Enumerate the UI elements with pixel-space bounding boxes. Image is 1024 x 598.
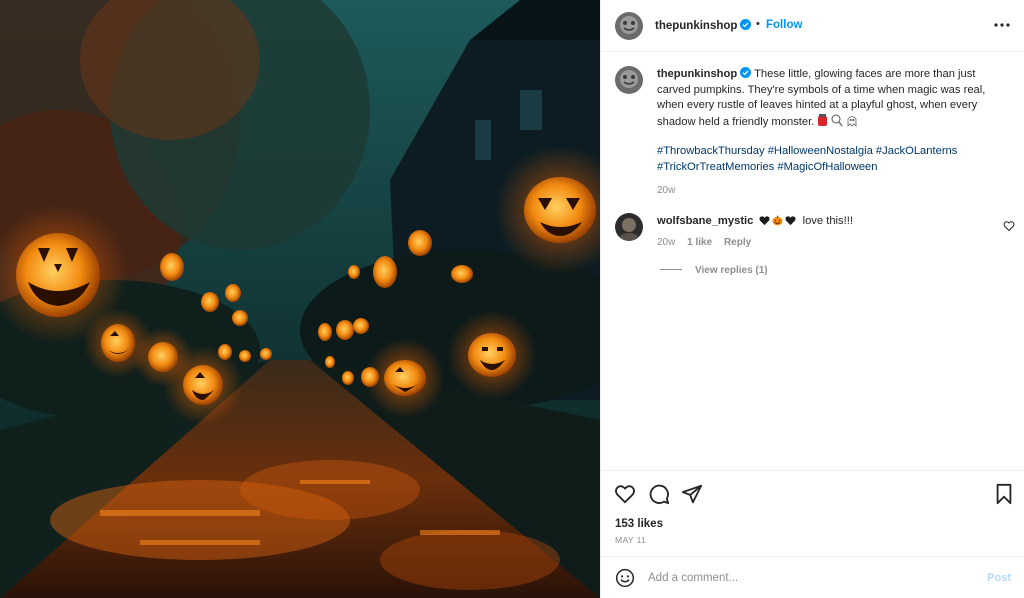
commenter-avatar[interactable] <box>615 213 643 241</box>
post-comment-button[interactable]: Post <box>987 572 1011 584</box>
hashtag-link[interactable]: #TrickOrTreatMemories <box>657 161 774 173</box>
black-heart-emoji <box>785 216 796 226</box>
post-date: MAY 11 <box>615 535 647 545</box>
jack-o-lantern-street-photo <box>0 0 600 598</box>
comment-input[interactable] <box>648 566 968 590</box>
comment-emojis <box>759 215 796 226</box>
comment-likes[interactable]: 1 like <box>687 237 712 248</box>
more-horizontal-icon[interactable] <box>993 16 1011 34</box>
share-icon[interactable] <box>681 483 703 505</box>
post-actions: 153 likes MAY 11 <box>601 470 1024 554</box>
instagram-post: thepunkinshop • Follow thepunkinshop The… <box>0 0 1024 598</box>
caption-username[interactable]: thepunkinshop <box>657 68 737 80</box>
jack-o-lantern-emoji <box>772 215 784 226</box>
ghost-emoji <box>848 115 857 127</box>
follow-button[interactable]: Follow <box>766 19 802 31</box>
caption-age[interactable]: 20w <box>657 183 1007 199</box>
likes-count[interactable]: 153 likes <box>615 518 663 530</box>
view-replies-text: View replies (1) <box>695 265 768 276</box>
reply-button[interactable]: Reply <box>724 237 751 248</box>
verified-badge-icon <box>740 67 752 78</box>
author-username-text: thepunkinshop <box>655 20 738 32</box>
commenter-username[interactable]: wolfsbane_mystic <box>657 215 753 227</box>
post-header: thepunkinshop • Follow <box>601 0 1024 52</box>
separator-dot: • <box>756 18 760 30</box>
hashtag-link[interactable]: #ThrowbackThursday <box>657 145 765 157</box>
comment-heart-icon[interactable] <box>1003 220 1015 232</box>
comment-text: love this!!! <box>802 215 853 227</box>
verified-badge-icon <box>740 19 752 30</box>
comment-age[interactable]: 20w <box>657 237 675 248</box>
user-avatar-icon <box>615 213 643 241</box>
comment-meta: 20w 1 like Reply <box>657 235 987 250</box>
hashtag-link[interactable]: #HalloweenNostalgia <box>768 145 873 157</box>
emoji-picker-icon[interactable] <box>615 568 635 588</box>
view-replies-button[interactable]: View replies (1) <box>660 265 768 276</box>
hashtag-link[interactable]: #MagicOfHalloween <box>777 161 877 173</box>
post-image[interactable] <box>0 0 600 598</box>
caption-avatar[interactable] <box>615 66 643 94</box>
caption-body: thepunkinshop These little, glowing face… <box>657 67 1007 198</box>
author-username[interactable]: thepunkinshop <box>655 19 752 32</box>
pumpkin-avatar-icon <box>615 66 643 94</box>
hashtag-link[interactable]: #JackOLanterns <box>876 145 957 157</box>
caption-hashtags: #ThrowbackThursday #HalloweenNostalgia #… <box>657 144 1007 175</box>
comment-icon[interactable] <box>648 483 670 505</box>
black-heart-emoji <box>759 216 770 226</box>
heart-icon[interactable] <box>614 483 636 505</box>
caption-emojis <box>817 113 858 127</box>
comment-body: wolfsbane_mystic love this!!! 20w 1 like… <box>657 214 987 250</box>
replies-divider <box>660 269 682 270</box>
pumpkin-avatar-icon <box>615 12 643 40</box>
post-side-panel: thepunkinshop • Follow thepunkinshop The… <box>600 0 1024 598</box>
avatar[interactable] <box>615 12 643 40</box>
candy-jar-emoji <box>818 113 828 126</box>
lollipop-emoji <box>831 114 844 127</box>
add-comment-bar: Post <box>601 556 1024 598</box>
bookmark-icon[interactable] <box>993 483 1015 505</box>
